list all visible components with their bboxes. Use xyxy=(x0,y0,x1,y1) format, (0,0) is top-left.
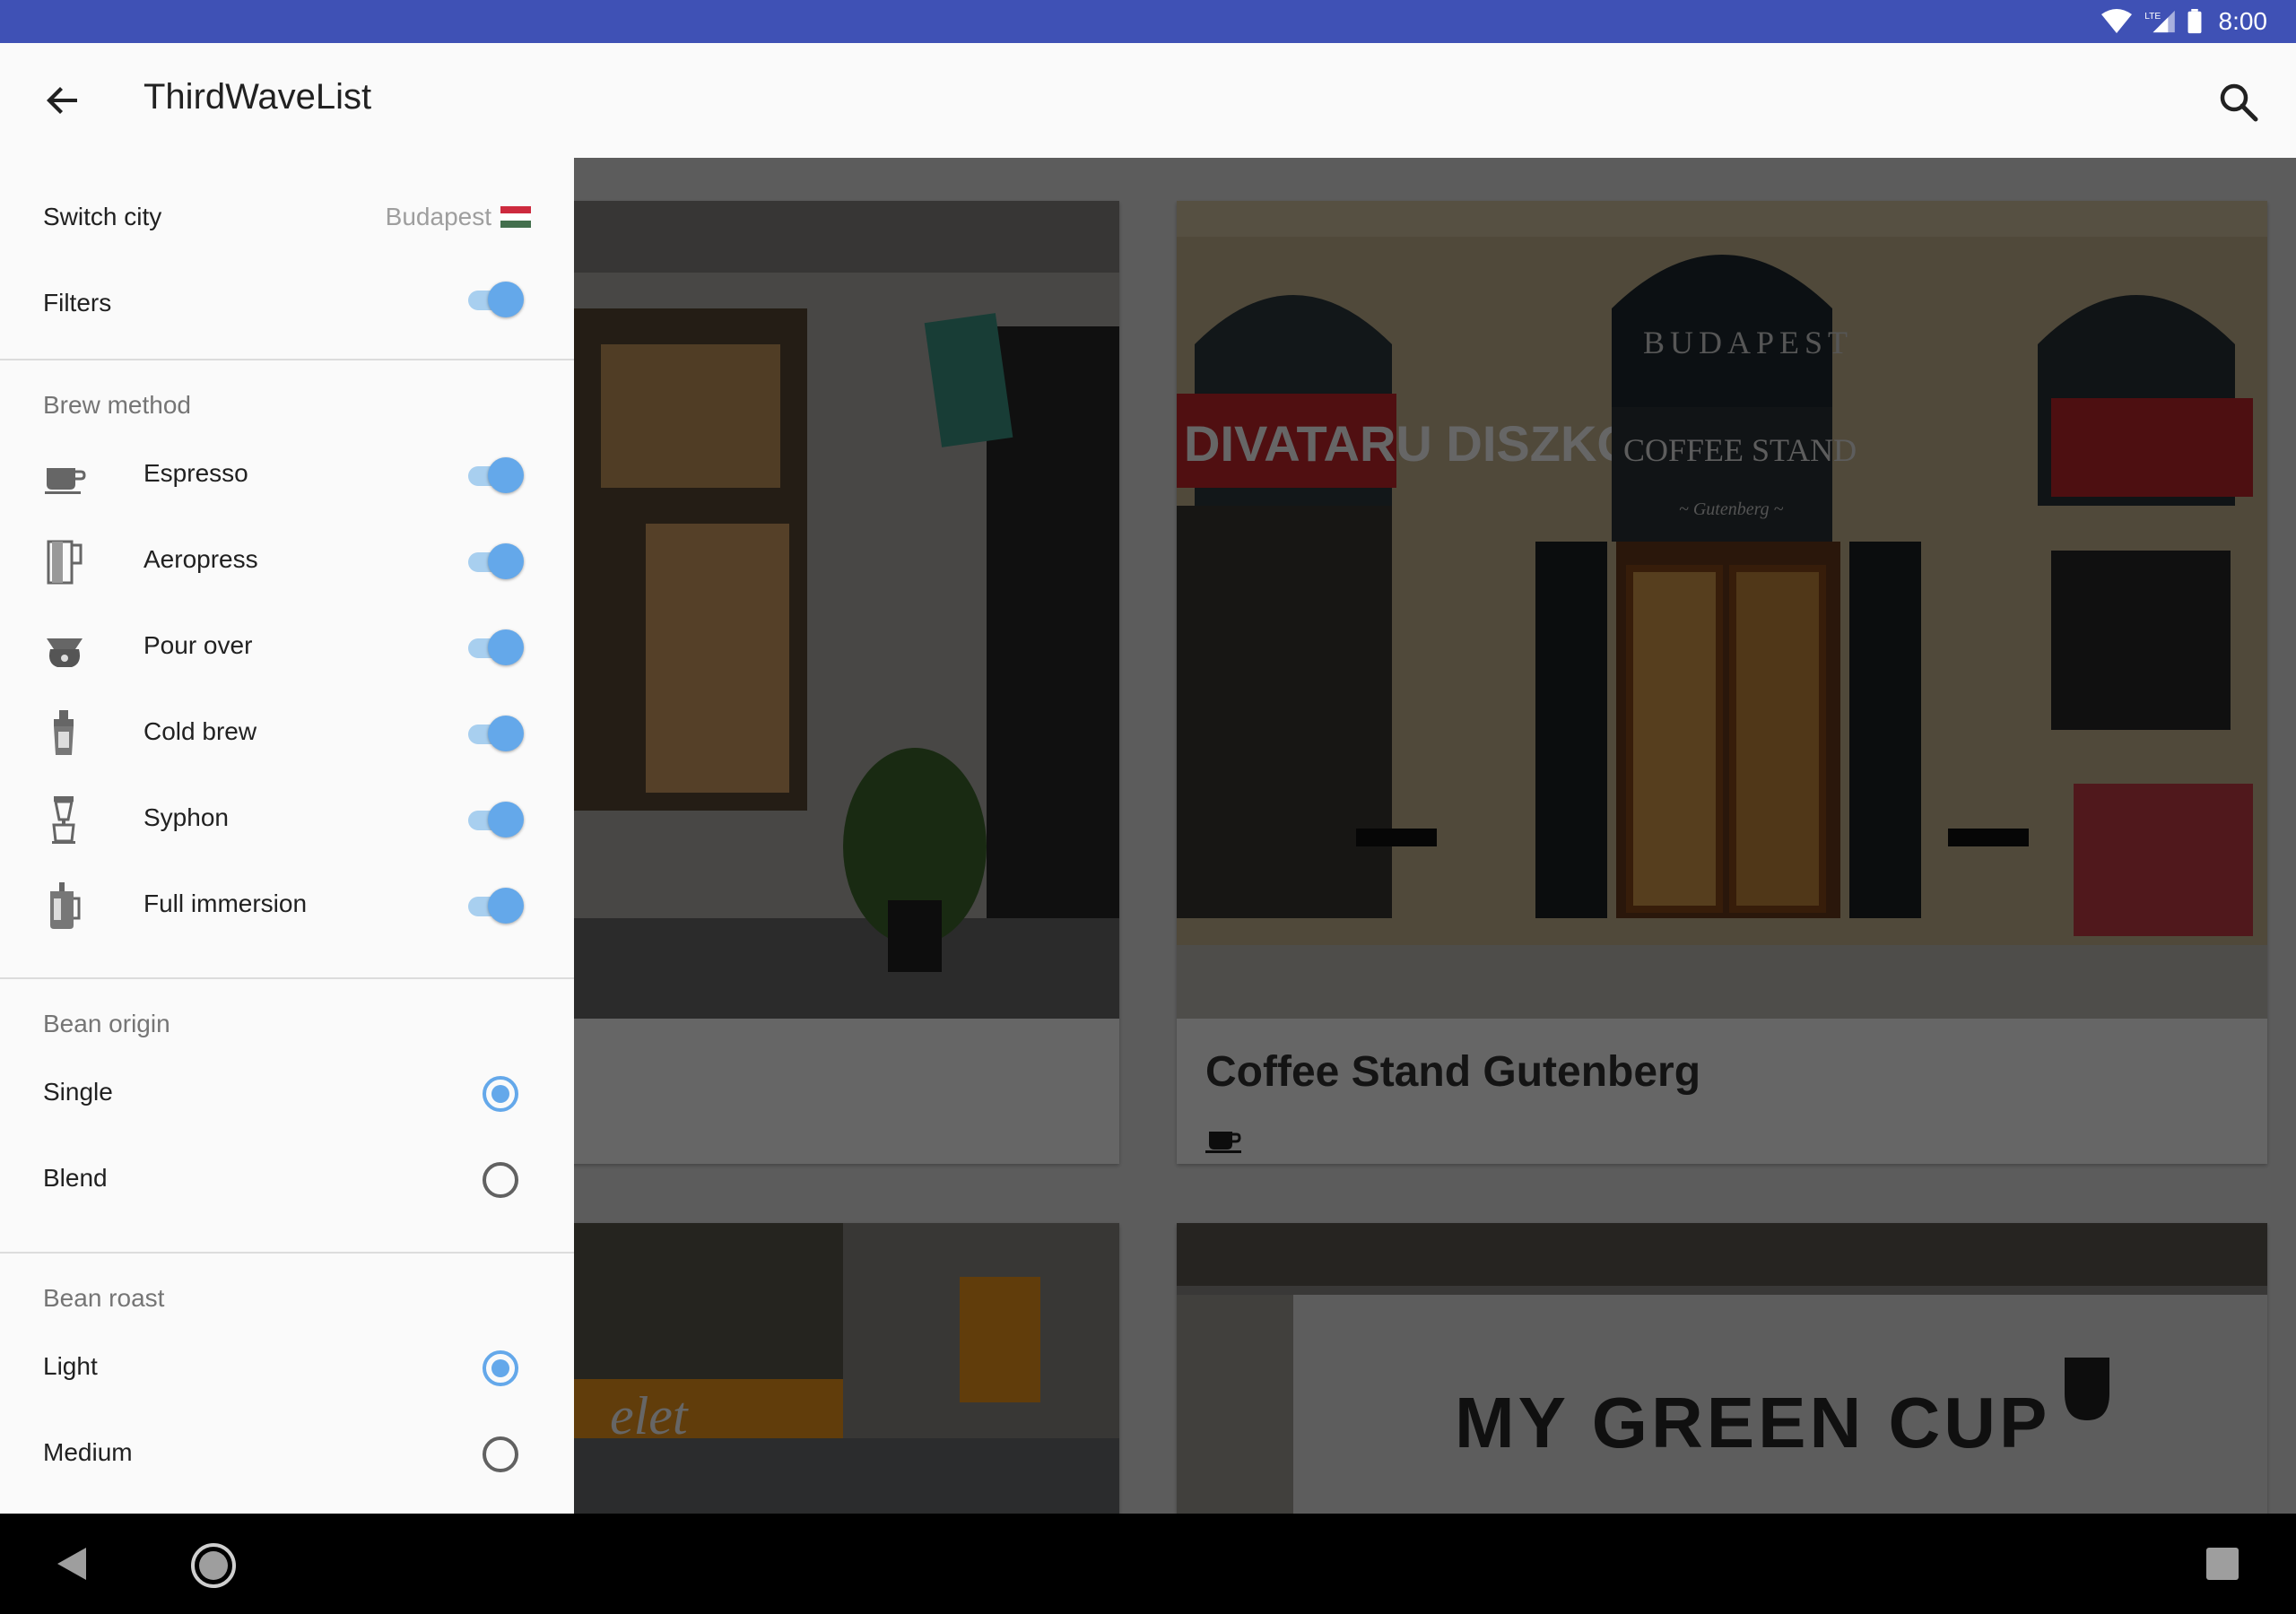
status-bar: LTE 8:00 xyxy=(0,0,2296,43)
filters-switch[interactable] xyxy=(465,282,529,317)
cold-brew-switch[interactable] xyxy=(465,716,529,751)
cell-signal-icon: LTE xyxy=(2144,10,2175,33)
city-name: Budapest xyxy=(385,203,491,230)
radio-label: Medium xyxy=(43,1438,133,1466)
app-title: ThirdWaveList xyxy=(144,77,372,117)
nav-home-icon[interactable] xyxy=(190,1542,237,1589)
brew-method-label: Espresso xyxy=(144,459,248,487)
bean-origin-option-single[interactable]: Single xyxy=(0,1051,574,1137)
network-type-label: LTE xyxy=(2144,12,2161,22)
gutenberg-script-text: ~ Gutenberg ~ xyxy=(1679,499,1784,519)
radio-unselected[interactable] xyxy=(481,1160,520,1200)
pour-over-icon xyxy=(47,638,83,667)
coffee-stand-sign-text: COFFEE STAND xyxy=(1623,432,1857,468)
brew-method-label: Cold brew xyxy=(144,717,257,745)
aeropress-switch[interactable] xyxy=(465,543,529,579)
wifi-icon xyxy=(2100,9,2132,33)
cold-brew-icon xyxy=(54,710,74,755)
bean-origin-option-blend[interactable]: Blend xyxy=(0,1137,574,1223)
bean-origin-header: Bean origin xyxy=(43,1010,170,1037)
filters-row[interactable]: Filters xyxy=(0,244,574,330)
radio-selected[interactable] xyxy=(481,1074,520,1114)
system-nav-bar xyxy=(0,1514,2296,1614)
sign-text: elet xyxy=(610,1386,689,1445)
search-icon[interactable] xyxy=(2215,79,2262,126)
radio-label: Blend xyxy=(43,1164,108,1192)
pour-over-switch[interactable] xyxy=(465,629,529,665)
cafe-card[interactable]: DIVATARU DISZKONT BUDAPEST COFFEE STAND … xyxy=(1177,201,2267,1164)
nav-recents-icon[interactable] xyxy=(2206,1548,2239,1580)
syphon-switch[interactable] xyxy=(465,802,529,837)
brew-method-label: Syphon xyxy=(144,803,229,831)
brew-method-item-cold-brew[interactable]: Cold brew xyxy=(0,690,574,777)
sign-text: MY GREEN CUP xyxy=(1455,1383,2050,1462)
brew-method-label: Pour over xyxy=(144,631,253,659)
switch-city-label: Switch city xyxy=(43,203,162,230)
app-bar: ThirdWaveList xyxy=(0,43,2296,158)
current-city: Budapest xyxy=(386,203,531,231)
full-immersion-switch[interactable] xyxy=(465,888,529,924)
syphon-icon xyxy=(52,796,75,844)
coffee-stand-photo: DIVATARU DISZKONT BUDAPEST COFFEE STAND … xyxy=(1177,201,2267,1019)
radio-label: Single xyxy=(43,1078,113,1106)
brew-method-item-pour-over[interactable]: Pour over xyxy=(0,604,574,690)
brew-method-label: Full immersion xyxy=(144,889,308,917)
my-green-cup-photo: MY GREEN CUP xyxy=(1177,1223,2267,1514)
arch-text: BUDAPEST xyxy=(1643,325,1853,360)
battery-icon xyxy=(2187,9,2201,34)
espresso-cup-icon xyxy=(45,468,86,494)
aeropress-icon xyxy=(47,540,83,585)
filters-label: Filters xyxy=(43,289,112,317)
cafe-card[interactable]: MY GREEN CUP xyxy=(1177,1223,2267,1514)
nav-back-icon[interactable] xyxy=(52,1544,91,1584)
brew-method-item-espresso[interactable]: Espresso xyxy=(0,432,574,518)
brew-method-item-syphon[interactable]: Syphon xyxy=(0,777,574,863)
radio-label: Light xyxy=(43,1352,98,1380)
bean-roast-header: Bean roast xyxy=(43,1284,165,1312)
divider xyxy=(0,359,574,360)
radio-selected[interactable] xyxy=(481,1349,520,1388)
card-title: Coffee Stand Gutenberg xyxy=(1205,1048,1701,1096)
brew-method-header: Brew method xyxy=(43,391,191,419)
espresso-cup-icon xyxy=(1205,1132,1241,1153)
radio-unselected[interactable] xyxy=(481,1435,520,1474)
hungary-flag-icon xyxy=(500,206,531,228)
bean-roast-option-medium[interactable]: Medium xyxy=(0,1411,574,1497)
divider xyxy=(0,977,574,979)
bean-roast-option-light[interactable]: Light xyxy=(0,1325,574,1411)
status-time: 8:00 xyxy=(2218,7,2268,35)
espresso-switch[interactable] xyxy=(465,457,529,493)
french-press-icon xyxy=(50,882,81,929)
brew-method-item-full-immersion[interactable]: Full immersion xyxy=(0,863,574,949)
brew-method-label: Aeropress xyxy=(144,545,258,573)
brew-method-item-aeropress[interactable]: Aeropress xyxy=(0,518,574,604)
divider xyxy=(0,1252,574,1254)
switch-city-row[interactable]: Switch city Budapest xyxy=(0,158,574,244)
filter-drawer: Switch city Budapest Filters Brew method… xyxy=(0,158,574,1514)
arrow-back-icon[interactable] xyxy=(41,79,84,122)
